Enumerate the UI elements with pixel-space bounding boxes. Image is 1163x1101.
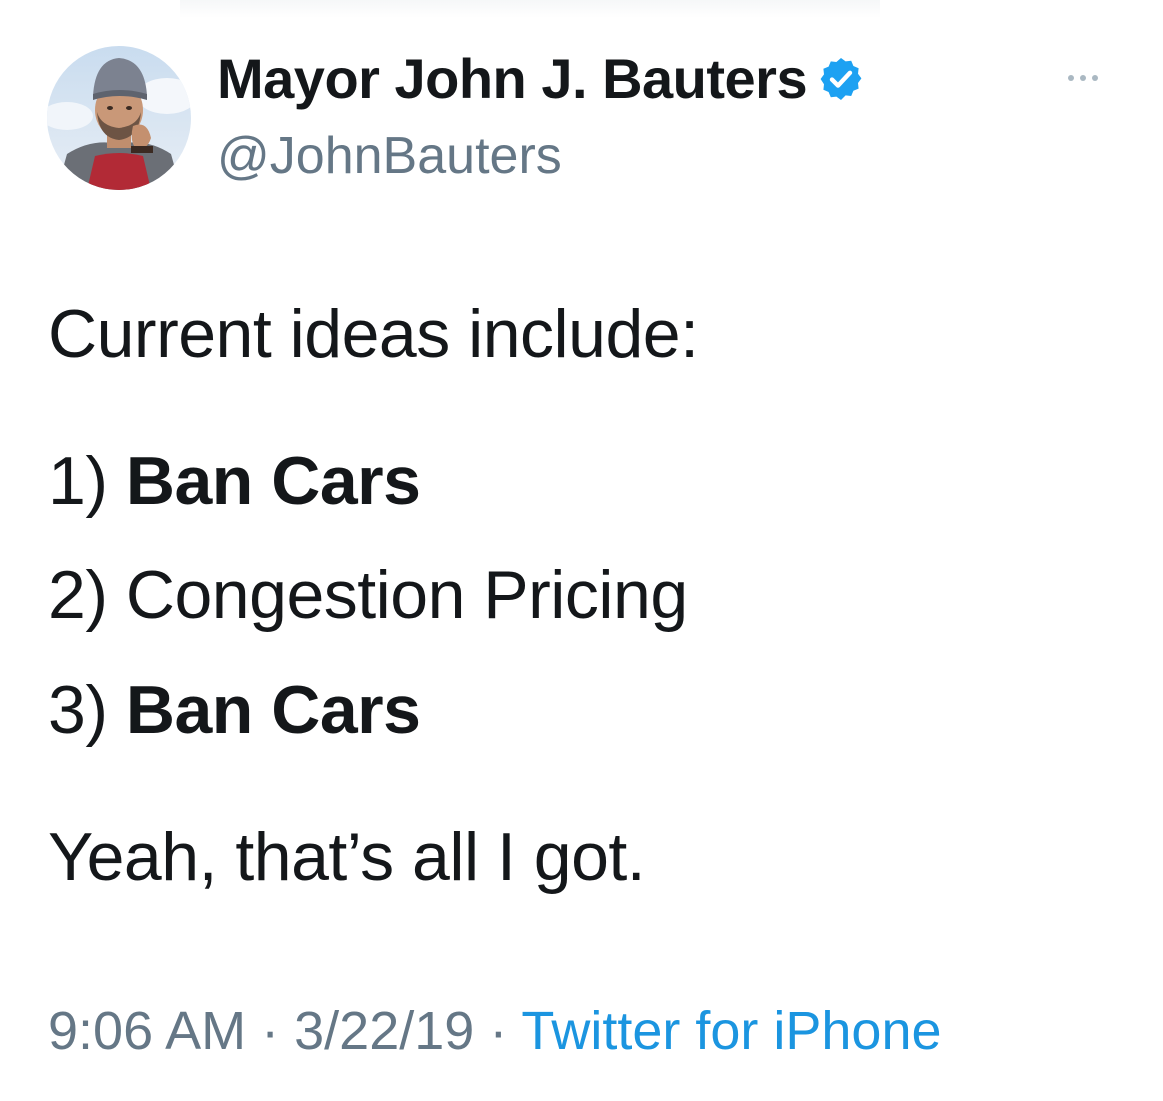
list-item-number: 2): [48, 557, 108, 633]
avatar-photo-icon: [47, 46, 191, 190]
tweet-outro-text: Yeah, that’s all I got.: [48, 819, 646, 895]
meta-separator: ·: [261, 1001, 280, 1061]
list-item-number: 3): [48, 672, 108, 748]
tweet-list-item: 1) Ban Cars: [48, 441, 421, 521]
tweet-source-link[interactable]: Twitter for iPhone: [521, 1001, 941, 1061]
verified-badge-icon: [820, 58, 862, 100]
meta-separator: ·: [489, 1001, 508, 1061]
display-name[interactable]: Mayor John J. Bauters: [217, 44, 808, 114]
tweet-card: Mayor John J. Bauters @JohnBauters Curre…: [0, 0, 1163, 1101]
list-item-text: Congestion Pricing: [125, 557, 688, 633]
author-handle[interactable]: @JohnBauters: [217, 123, 562, 189]
list-item-text: Ban Cars: [125, 443, 421, 519]
avatar[interactable]: [47, 46, 191, 190]
tweet-list-item: 3) Ban Cars: [48, 670, 421, 750]
tweet-list-item: 2) Congestion Pricing: [48, 555, 688, 635]
tweet-intro-text: Current ideas include:: [48, 296, 699, 372]
more-options-icon[interactable]: [1068, 68, 1116, 88]
top-fade: [180, 0, 880, 18]
list-item-number: 1): [48, 443, 108, 519]
tweet-time[interactable]: 9:06 AM: [48, 1001, 246, 1061]
author-name-row[interactable]: Mayor John J. Bauters: [217, 44, 865, 114]
list-item-text: Ban Cars: [125, 672, 421, 748]
tweet-meta: 9:06 AM · 3/22/19 · Twitter for iPhone: [48, 998, 942, 1064]
tweet-date[interactable]: 3/22/19: [294, 1001, 474, 1061]
